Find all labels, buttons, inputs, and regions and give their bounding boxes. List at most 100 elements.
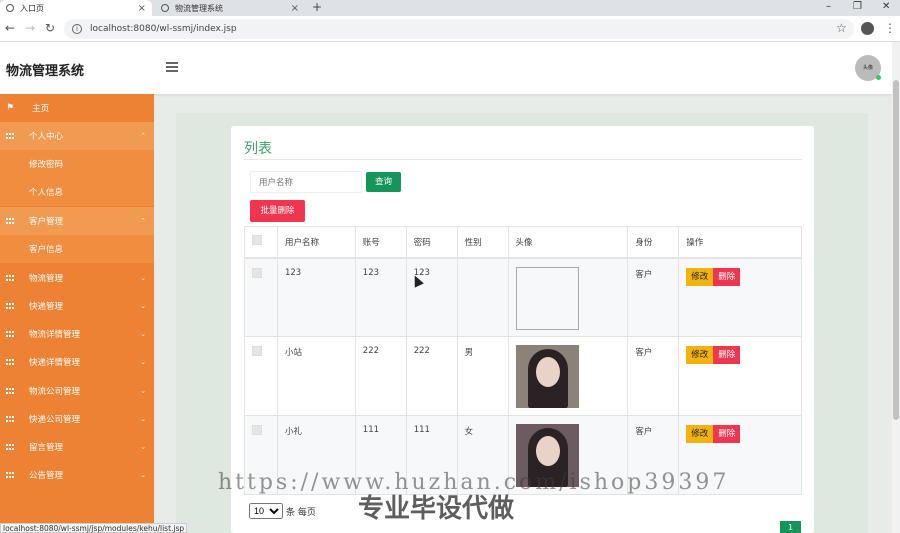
sidebar-item-announcements[interactable]: 公告管理 ⌄: [0, 461, 154, 489]
sidebar-item-logistics[interactable]: 物流管理 ⌄: [0, 264, 154, 292]
grid-icon: [6, 274, 14, 282]
delete-button[interactable]: 删除: [713, 267, 741, 286]
cell-avatar: [507, 257, 629, 337]
column-header: 密码: [405, 226, 458, 259]
row-checkbox[interactable]: [252, 267, 262, 278]
row-select-cell: [244, 336, 278, 416]
scrollbar[interactable]: [892, 42, 900, 533]
sidebar-item-personal-center[interactable]: 个人中心 ⌃: [0, 122, 154, 150]
delete-button[interactable]: 删除: [713, 425, 741, 443]
divider: [244, 159, 802, 160]
edit-button[interactable]: 修改: [686, 425, 714, 443]
chevron-down-icon: ⌄: [140, 471, 146, 479]
flag-icon: ⚑: [6, 103, 15, 113]
cell-avatar: [507, 336, 629, 416]
chevron-down-icon: ⌄: [140, 387, 146, 395]
search-input[interactable]: [250, 171, 362, 193]
table-row: 123 123 123 客户 修改 删除: [244, 257, 802, 337]
sidebar-item-personal-info[interactable]: 个人信息: [0, 178, 154, 206]
row-checkbox[interactable]: [252, 346, 262, 356]
sidebar-item-label: 客户管理: [29, 217, 64, 227]
close-icon[interactable]: ×: [138, 3, 146, 14]
sidebar-item-customer-info[interactable]: 客户信息: [0, 235, 154, 263]
sidebar-item-logistics-company[interactable]: 物流公司管理 ⌄: [0, 377, 154, 405]
scrollbar-thumb[interactable]: [893, 80, 899, 420]
sidebar-item-label: 公告管理: [29, 471, 64, 481]
window-close-button[interactable]: ✕: [882, 0, 890, 16]
sidebar-item-customer-mgmt[interactable]: 客户管理 ⌃: [0, 207, 154, 235]
edit-button[interactable]: 修改: [686, 267, 714, 286]
hamburger-menu-icon[interactable]: [166, 62, 178, 72]
bookmark-star-icon[interactable]: ☆: [836, 21, 847, 35]
chevron-down-icon: ⌄: [140, 330, 146, 338]
cell-account: 222: [354, 336, 407, 416]
sidebar-item-express-detail[interactable]: 快递详情管理 ⌄: [0, 348, 154, 376]
grid-icon: [6, 330, 14, 338]
column-header: 用户名称: [276, 226, 356, 259]
column-header: 账号: [354, 226, 407, 259]
page-number-button[interactable]: 1: [780, 521, 801, 533]
search-button[interactable]: 查询: [366, 172, 401, 192]
grid-icon: [6, 358, 14, 366]
info-icon[interactable]: i: [72, 24, 82, 34]
table-header-row: 用户名称 账号 密码 性别 头像 身份 操作: [244, 226, 802, 259]
minimize-button[interactable]: –: [826, 0, 831, 16]
url-text: localhost:8080/wl-ssmj/index.jsp: [90, 24, 237, 34]
grid-icon: [6, 415, 14, 423]
column-header: 操作: [678, 226, 802, 259]
sidebar-item-label: 主页: [32, 104, 50, 114]
grid-icon: [6, 443, 14, 451]
sidebar-item-change-password[interactable]: 修改密码: [0, 150, 154, 178]
sidebar-item-express[interactable]: 快递管理 ⌄: [0, 292, 154, 320]
browser-tab[interactable]: 物流管理系统 ×: [155, 0, 305, 16]
chevron-down-icon: ⌄: [140, 415, 146, 423]
back-icon[interactable]: ←: [5, 21, 15, 35]
pagination-size: 10 条 每页: [249, 503, 316, 519]
cell-account: 123: [354, 257, 407, 337]
browser-tabbar: 入口页 × 物流管理系统 × + – ❐ ✕: [0, 0, 900, 16]
page-title: 列表: [244, 141, 272, 157]
avatar-photo: [515, 345, 579, 408]
browser-tab-active[interactable]: 入口页 ×: [0, 0, 152, 16]
account-icon[interactable]: [861, 22, 874, 35]
batch-delete-button[interactable]: 批量删除: [250, 200, 305, 222]
chevron-down-icon: ⌄: [140, 443, 146, 451]
table-row: 小站 222 222 男 客户 修改 删除: [244, 336, 802, 416]
sidebar-item-label: 修改密码: [29, 160, 64, 170]
reload-icon[interactable]: ↻: [45, 21, 55, 35]
edit-button[interactable]: 修改: [686, 346, 714, 364]
select-all-checkbox[interactable]: [252, 235, 262, 246]
page-size-select[interactable]: 10: [249, 503, 283, 519]
row-checkbox[interactable]: [252, 425, 262, 435]
status-url: localhost:8080/wl-ssmj/jsp/modules/kehu/…: [0, 523, 188, 533]
sidebar-item-home[interactable]: ⚑ 主页: [0, 94, 154, 122]
cell-role: 客户: [627, 336, 680, 416]
page-size-suffix: 条 每页: [286, 507, 316, 518]
grid-icon: [6, 302, 14, 310]
cell-gender: 男: [456, 336, 509, 416]
cell-gender: [456, 257, 509, 337]
avatar[interactable]: 头像: [855, 55, 881, 81]
delete-button[interactable]: 删除: [713, 346, 741, 364]
menu-kebab-icon[interactable]: ⋮: [884, 21, 896, 35]
sidebar-item-label: 个人中心: [29, 132, 64, 142]
sidebar-item-express-company[interactable]: 快递公司管理 ⌄: [0, 405, 154, 433]
chevron-down-icon: ⌄: [140, 302, 146, 310]
new-tab-button[interactable]: +: [312, 0, 322, 14]
forward-icon[interactable]: →: [25, 21, 35, 35]
address-bar: ← → ↻ i localhost:8080/wl-ssmj/index.jsp…: [0, 16, 900, 42]
cell-name: 123: [276, 257, 356, 337]
grid-icon: [6, 387, 14, 395]
sidebar-item-logistics-detail[interactable]: 物流详情管理 ⌄: [0, 320, 154, 348]
maximize-button[interactable]: ❐: [853, 0, 862, 16]
close-icon[interactable]: ×: [291, 3, 299, 14]
sidebar-item-label: 快递详情管理: [29, 358, 81, 368]
sidebar-item-label: 个人信息: [29, 188, 64, 198]
avatar-label: 头像: [862, 65, 873, 71]
sidebar-item-label: 快递管理: [29, 302, 64, 312]
sidebar-item-messages[interactable]: 留言管理 ⌄: [0, 433, 154, 461]
url-input[interactable]: i localhost:8080/wl-ssmj/index.jsp: [64, 19, 854, 39]
cell-role: 客户: [627, 257, 680, 337]
sidebar-item-label: 物流公司管理: [29, 387, 81, 397]
app-header: 物流管理系统 头像: [0, 42, 892, 94]
